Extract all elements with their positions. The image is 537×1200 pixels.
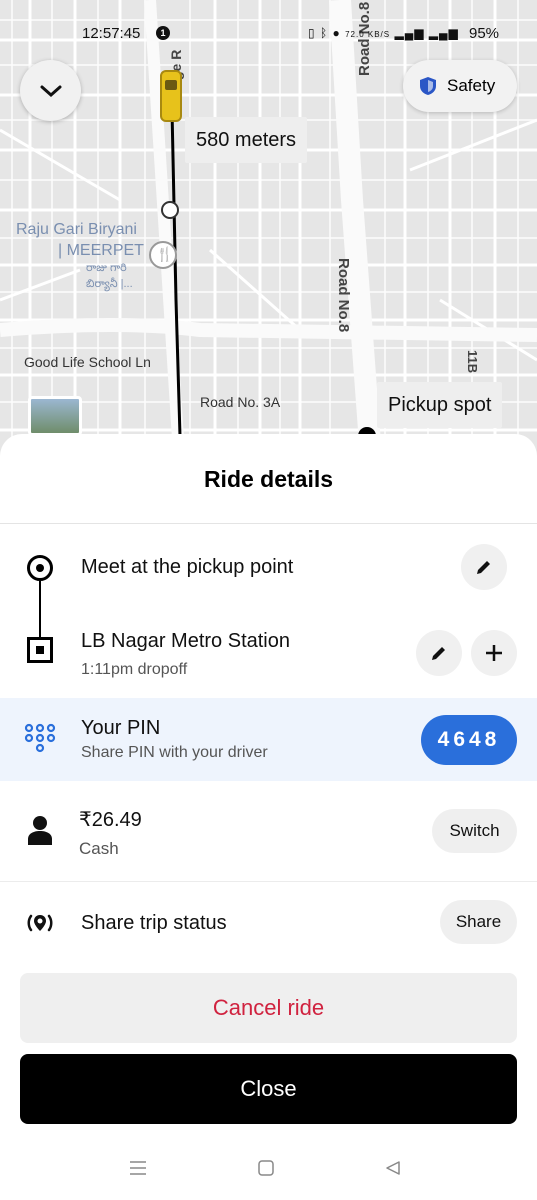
bluetooth-icon: ᛒ: [319, 26, 329, 40]
car-icon: [160, 70, 182, 122]
menu-icon[interactable]: [129, 1160, 147, 1176]
back-icon[interactable]: [385, 1160, 401, 1176]
safety-label: Safety: [447, 76, 496, 95]
poi-name-line2: | MEERPET: [58, 242, 144, 259]
location-icon: ●: [332, 26, 341, 40]
home-icon[interactable]: [258, 1160, 274, 1176]
battery-level: 95%: [469, 25, 500, 42]
signal-icon: ▂▄▆: [394, 26, 425, 40]
ride-details-sheet: Ride details Meet at the pickup point LB…: [0, 434, 537, 1200]
cancel-ride-button[interactable]: Cancel ride: [20, 973, 517, 1043]
keypad-icon: [24, 723, 56, 753]
switch-label: Switch: [449, 821, 500, 840]
pin-title: Your PIN: [81, 717, 161, 739]
pickup-spot-label: Pickup spot: [388, 393, 492, 416]
switch-payment-button[interactable]: Switch: [432, 809, 517, 853]
route-connector: [39, 581, 41, 637]
dropoff-eta: 1:11pm dropoff: [81, 661, 188, 678]
edit-pickup-button[interactable]: [461, 544, 507, 590]
safety-button[interactable]: Safety: [403, 60, 517, 112]
network-speed: 72.0 KB/S: [345, 30, 391, 39]
signal-icon-2: ▂▄▆: [428, 26, 459, 40]
dropoff-title: LB Nagar Metro Station: [81, 630, 290, 652]
status-bar: 12:57:45 1 ▯ ᛒ ● 72.0 KB/S ▂▄▆ ▂▄▆ 95%: [0, 0, 537, 52]
pin-row: Your PIN Share PIN with your driver 4648: [0, 698, 537, 781]
system-nav-bar: [0, 1150, 537, 1200]
close-label: Close: [240, 1076, 297, 1101]
close-button[interactable]: Close: [20, 1054, 517, 1124]
pencil-icon: [432, 647, 445, 660]
status-time: 12:57:45: [82, 25, 141, 42]
place-thumbnail[interactable]: [28, 396, 82, 436]
shield-icon: [420, 77, 436, 95]
poi-name-line1: Raju Gari Biryani: [16, 221, 137, 238]
share-trip-button[interactable]: Share: [440, 900, 517, 944]
street-label-road-no8: Road No.8: [335, 258, 352, 333]
distance-chip: 580 meters: [185, 117, 308, 163]
pencil-icon: [477, 561, 490, 574]
cancel-ride-label: Cancel ride: [212, 995, 325, 1020]
sheet-title: Ride details: [203, 466, 334, 492]
poi-local-line2: బిర్యానీ |...: [86, 278, 133, 290]
share-trip-title: Share trip status: [81, 912, 227, 934]
payment-method: Cash: [79, 839, 119, 858]
notification-badge: 1: [156, 26, 170, 40]
plus-icon: [486, 645, 502, 661]
broadcast-icon: [27, 914, 53, 932]
collapse-button[interactable]: [20, 60, 81, 121]
dropoff-marker-icon: [27, 637, 53, 663]
street-label-good-life: Good Life School Ln: [24, 354, 151, 370]
pin-badge: 4648: [421, 715, 517, 765]
pickup-marker-icon: [27, 555, 53, 581]
add-stop-button[interactable]: [471, 630, 517, 676]
pin-subtitle: Share PIN with your driver: [81, 744, 268, 761]
restaurant-icon: 🍴: [156, 246, 174, 262]
edit-dropoff-button[interactable]: [416, 630, 462, 676]
street-label-road-3a: Road No. 3A: [200, 394, 281, 410]
person-icon: [28, 816, 52, 845]
fare-amount: ₹26.49: [79, 809, 142, 831]
distance-label: 580 meters: [196, 128, 297, 151]
map-view[interactable]: Road No.8 ge R Road No.8 11B Road No. 3A…: [0, 0, 537, 470]
chevron-down-icon: [40, 85, 61, 97]
pickup-title: Meet at the pickup point: [81, 556, 294, 578]
share-label: Share: [455, 912, 502, 931]
divider: [0, 881, 537, 882]
status-icons: ▯ ᛒ ● 72.0 KB/S ▂▄▆ ▂▄▆: [308, 26, 459, 40]
divider: [0, 523, 537, 524]
poi-local-line1: రాజు గారి: [86, 262, 127, 274]
street-label-11b: 11B: [465, 350, 480, 374]
pickup-spot-chip[interactable]: Pickup spot: [377, 382, 503, 428]
vibrate-icon: ▯: [308, 26, 316, 40]
